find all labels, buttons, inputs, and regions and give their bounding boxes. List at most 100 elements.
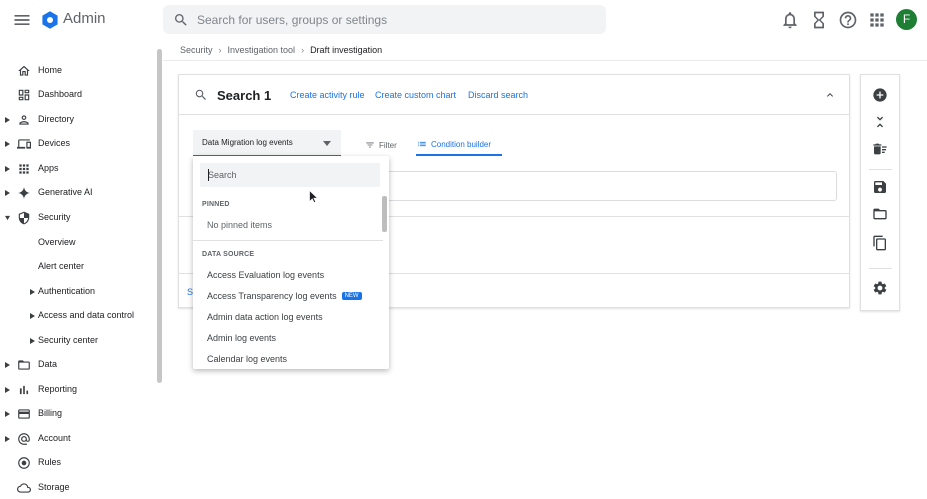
sidebar-item-label: Alert center bbox=[38, 261, 85, 271]
sidebar-item-dashboard[interactable]: Dashboard bbox=[0, 84, 155, 106]
sidebar-item-security[interactable]: Security bbox=[0, 207, 155, 229]
dashboard-icon bbox=[18, 89, 30, 101]
create-activity-rule-link[interactable]: Create activity rule bbox=[290, 90, 365, 100]
breadcrumb-investigation-tool[interactable]: Investigation tool bbox=[228, 45, 296, 55]
sidebar-item-alert-center[interactable]: Alert center bbox=[0, 256, 155, 278]
gear-icon[interactable] bbox=[872, 280, 888, 296]
apps-grid-icon bbox=[19, 164, 29, 174]
dropdown-item-label: Admin data action log events bbox=[207, 312, 323, 322]
save-icon[interactable] bbox=[872, 179, 888, 195]
shield-icon bbox=[18, 211, 30, 225]
copy-icon[interactable] bbox=[872, 235, 888, 251]
dropdown-search[interactable] bbox=[200, 163, 380, 187]
dropdown-item-label: Access Transparency log events bbox=[207, 291, 337, 301]
sidebar-item-label: Rules bbox=[38, 457, 62, 467]
caret-right-icon bbox=[5, 411, 10, 417]
text-cursor bbox=[208, 169, 209, 181]
caret-right-icon bbox=[30, 289, 35, 295]
caret-right-icon bbox=[5, 436, 10, 442]
sidebar-item-label: Account bbox=[38, 433, 71, 443]
dropdown-item-admin-log[interactable]: Admin log events bbox=[207, 333, 276, 343]
sidebar-item-label: Dashboard bbox=[38, 89, 83, 99]
chevron-right-icon: › bbox=[218, 45, 222, 55]
sidebar-item-label: Apps bbox=[38, 163, 59, 173]
divider bbox=[869, 169, 892, 170]
sidebar-item-label: Access and data control bbox=[38, 310, 135, 320]
sidebar-item-label: Home bbox=[38, 65, 63, 75]
sidebar-item-security-center[interactable]: Security center bbox=[0, 330, 155, 352]
caret-right-icon bbox=[5, 387, 10, 393]
apps-launcher-button[interactable] bbox=[867, 10, 887, 30]
caret-right-icon bbox=[5, 362, 10, 368]
app-name[interactable]: Admin bbox=[63, 10, 106, 27]
dropdown-item-access-evaluation[interactable]: Access Evaluation log events bbox=[207, 270, 324, 280]
sidebar-item-authentication[interactable]: Authentication bbox=[0, 281, 155, 303]
pinned-empty-text: No pinned items bbox=[207, 220, 273, 230]
caret-down-icon bbox=[5, 215, 10, 221]
sidebar-item-label: Billing bbox=[38, 408, 63, 418]
global-search[interactable] bbox=[163, 5, 606, 34]
home-icon bbox=[18, 65, 30, 76]
global-search-input[interactable] bbox=[197, 9, 587, 30]
chevron-up-icon[interactable] bbox=[824, 89, 836, 101]
sidebar-item-devices[interactable]: Devices bbox=[0, 133, 155, 155]
tasks-button[interactable] bbox=[809, 10, 829, 30]
sidebar-item-directory[interactable]: Directory bbox=[0, 109, 155, 131]
main-menu-button[interactable] bbox=[12, 10, 32, 30]
dropdown-item-admin-data-action[interactable]: Admin data action log events bbox=[207, 312, 323, 322]
dropdown-scrollbar[interactable] bbox=[382, 196, 387, 232]
data-source-dropdown: PINNED No pinned items DATA SOURCE Acces… bbox=[193, 156, 389, 369]
sparkle-icon bbox=[18, 187, 30, 199]
sidebar-item-home[interactable]: Home bbox=[0, 60, 155, 82]
sidebar-item-label: Directory bbox=[38, 114, 75, 124]
list-icon bbox=[418, 141, 426, 147]
condition-box[interactable] bbox=[379, 171, 837, 201]
tab-filter[interactable]: Filter bbox=[365, 134, 397, 156]
admin-logo-icon[interactable] bbox=[40, 10, 60, 30]
folder-open-icon[interactable] bbox=[872, 206, 888, 222]
sidebar-item-apps[interactable]: Apps bbox=[0, 158, 155, 180]
mouse-cursor-icon bbox=[309, 190, 318, 203]
caret-right-icon bbox=[5, 141, 10, 147]
dropdown-search-input[interactable] bbox=[208, 168, 373, 182]
bell-icon bbox=[783, 12, 797, 29]
divider bbox=[869, 268, 892, 269]
sidebar-item-label: Security center bbox=[38, 335, 99, 345]
sidebar-item-rules[interactable]: Rules bbox=[0, 452, 155, 474]
sidebar-item-billing[interactable]: Billing bbox=[0, 403, 155, 425]
data-source-select[interactable]: Data Migration log events bbox=[193, 130, 341, 156]
dropdown-item-label: Access Evaluation log events bbox=[207, 270, 325, 280]
devices-icon bbox=[17, 139, 31, 149]
sidebar-item-data[interactable]: Data bbox=[0, 354, 155, 376]
clear-all-icon[interactable] bbox=[872, 141, 888, 157]
search-card-header: Search 1 Create activity rule Create cus… bbox=[179, 75, 849, 115]
help-icon bbox=[839, 11, 857, 29]
sidebar-item-reporting[interactable]: Reporting bbox=[0, 379, 155, 401]
dropdown-item-access-transparency[interactable]: Access Transparency log events NEW bbox=[207, 291, 362, 301]
pinned-header: PINNED bbox=[202, 201, 230, 208]
help-button[interactable] bbox=[838, 10, 858, 30]
hamburger-menu-icon bbox=[14, 15, 30, 25]
create-custom-chart-link[interactable]: Create custom chart bbox=[375, 90, 456, 100]
sidebar-item-access-and-data-control[interactable]: Access and data control bbox=[0, 305, 155, 327]
collapse-all-icon[interactable] bbox=[872, 114, 888, 130]
discard-search-link[interactable]: Discard search bbox=[468, 90, 528, 100]
avatar[interactable]: F bbox=[896, 9, 917, 30]
notifications-button[interactable] bbox=[780, 10, 800, 30]
filter-icon bbox=[366, 142, 374, 148]
data-source-header: DATA SOURCE bbox=[202, 251, 255, 258]
caret-right-icon bbox=[30, 313, 35, 319]
add-circle-icon[interactable] bbox=[872, 87, 888, 103]
dropdown-item-calendar-log[interactable]: Calendar log events bbox=[207, 354, 287, 364]
breadcrumb-security[interactable]: Security bbox=[180, 45, 213, 55]
sidebar-item-account[interactable]: Account bbox=[0, 428, 155, 450]
sidebar-item-label: Authentication bbox=[38, 286, 96, 296]
tab-filter-label: Filter bbox=[379, 140, 397, 150]
sidebar-item-overview[interactable]: Overview bbox=[0, 232, 155, 254]
sidebar-item-generative-ai[interactable]: Generative AI bbox=[0, 182, 155, 204]
person-icon bbox=[19, 115, 29, 125]
sidebar-item-storage[interactable]: Storage bbox=[0, 477, 155, 499]
tab-condition-builder[interactable]: Condition builder bbox=[416, 134, 502, 156]
sidebar-scrollbar[interactable] bbox=[157, 49, 162, 383]
apps-grid-icon bbox=[870, 13, 884, 27]
